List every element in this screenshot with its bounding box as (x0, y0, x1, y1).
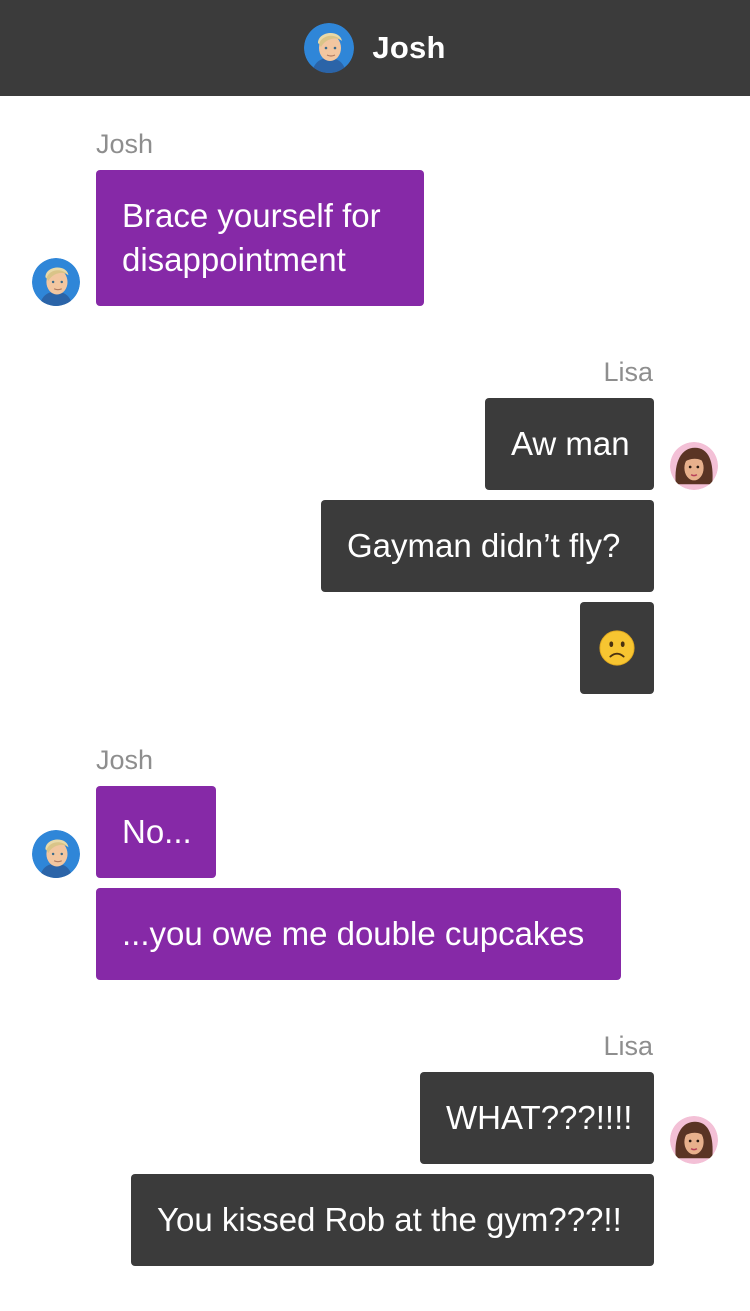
sender-name: Lisa (603, 357, 653, 387)
message-bubble[interactable]: WHAT???!!!! (420, 1072, 654, 1164)
message-text: Brace yourself for disappointment (122, 197, 381, 278)
message-text: WHAT???!!!! (446, 1099, 633, 1136)
josh-avatar-icon[interactable] (32, 258, 80, 306)
message-bubble[interactable]: No... (96, 786, 216, 878)
message-text: Gayman didn’t fly? (347, 527, 621, 564)
josh-avatar-icon[interactable] (304, 23, 355, 73)
slightly-frowning-face-emoji (599, 630, 635, 666)
lisa-avatar-icon[interactable] (670, 1116, 718, 1164)
message-text: No... (122, 813, 192, 850)
message-bubble[interactable]: You kissed Rob at the gym???!! (131, 1174, 654, 1266)
message-bubble[interactable]: Brace yourself for disappointment (96, 170, 424, 306)
message-text: Aw man (511, 425, 630, 462)
message-bubble[interactable]: Gayman didn’t fly? (321, 500, 654, 592)
message-bubble[interactable] (580, 602, 654, 694)
message-text: ...you owe me double cupcakes (122, 915, 585, 952)
sender-name: Josh (96, 745, 154, 775)
sender-name: Lisa (603, 1031, 653, 1061)
chat-header: Josh (0, 0, 750, 96)
sender-name: Josh (96, 129, 154, 159)
josh-avatar-icon[interactable] (32, 830, 80, 878)
message-text: You kissed Rob at the gym???!! (157, 1201, 622, 1238)
lisa-avatar-icon[interactable] (670, 442, 718, 490)
message-bubble[interactable]: Aw man (485, 398, 654, 490)
chat-title: Josh (372, 30, 446, 65)
message-bubble[interactable]: ...you owe me double cupcakes (96, 888, 621, 980)
